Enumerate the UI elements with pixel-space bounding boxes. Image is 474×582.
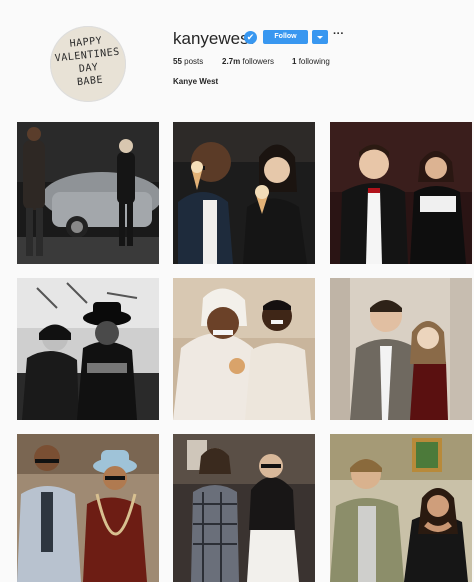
stat-followers[interactable]: 2.7m followers — [222, 57, 274, 66]
followers-label: followers — [242, 57, 275, 66]
post-photo-1 — [17, 122, 159, 264]
following-count: 1 — [292, 57, 297, 66]
post-thumbnail-3[interactable] — [330, 122, 472, 264]
post-thumbnail-1[interactable] — [17, 122, 159, 264]
post-thumbnail-2[interactable] — [173, 122, 315, 264]
post-photo-8 — [173, 434, 315, 582]
profile-page: HAPPY VALENTINES DAY BABE kanyewest ✔ Fo… — [0, 0, 474, 582]
stat-posts: 55 posts — [173, 57, 203, 66]
post-photo-9 — [330, 434, 472, 582]
post-thumbnail-4[interactable] — [17, 278, 159, 420]
followers-count: 2.7m — [222, 57, 241, 66]
post-photo-4 — [17, 278, 159, 420]
post-photo-6 — [330, 278, 472, 420]
profile-avatar[interactable]: HAPPY VALENTINES DAY BABE — [50, 26, 126, 102]
stat-following[interactable]: 1 following — [292, 57, 330, 66]
post-photo-7 — [17, 434, 159, 582]
profile-username: kanyewest — [173, 29, 254, 48]
post-thumbnail-7[interactable] — [17, 434, 159, 582]
post-thumbnail-8[interactable] — [173, 434, 315, 582]
posts-label: posts — [184, 57, 204, 66]
post-thumbnail-6[interactable] — [330, 278, 472, 420]
follow-button[interactable]: Follow — [263, 30, 308, 44]
following-label: following — [298, 57, 330, 66]
more-options-icon[interactable]: ··· — [333, 28, 344, 40]
profile-full-name: Kanye West — [173, 77, 219, 86]
verified-badge-icon: ✔ — [244, 31, 257, 44]
post-photo-5 — [173, 278, 315, 420]
avatar-text: HAPPY VALENTINES DAY BABE — [54, 35, 121, 89]
post-thumbnail-5[interactable] — [173, 278, 315, 420]
post-thumbnail-9[interactable] — [330, 434, 472, 582]
post-photo-2 — [173, 122, 315, 264]
follow-dropdown-button[interactable] — [312, 30, 328, 44]
posts-count: 55 — [173, 57, 182, 66]
post-photo-3 — [330, 122, 472, 264]
